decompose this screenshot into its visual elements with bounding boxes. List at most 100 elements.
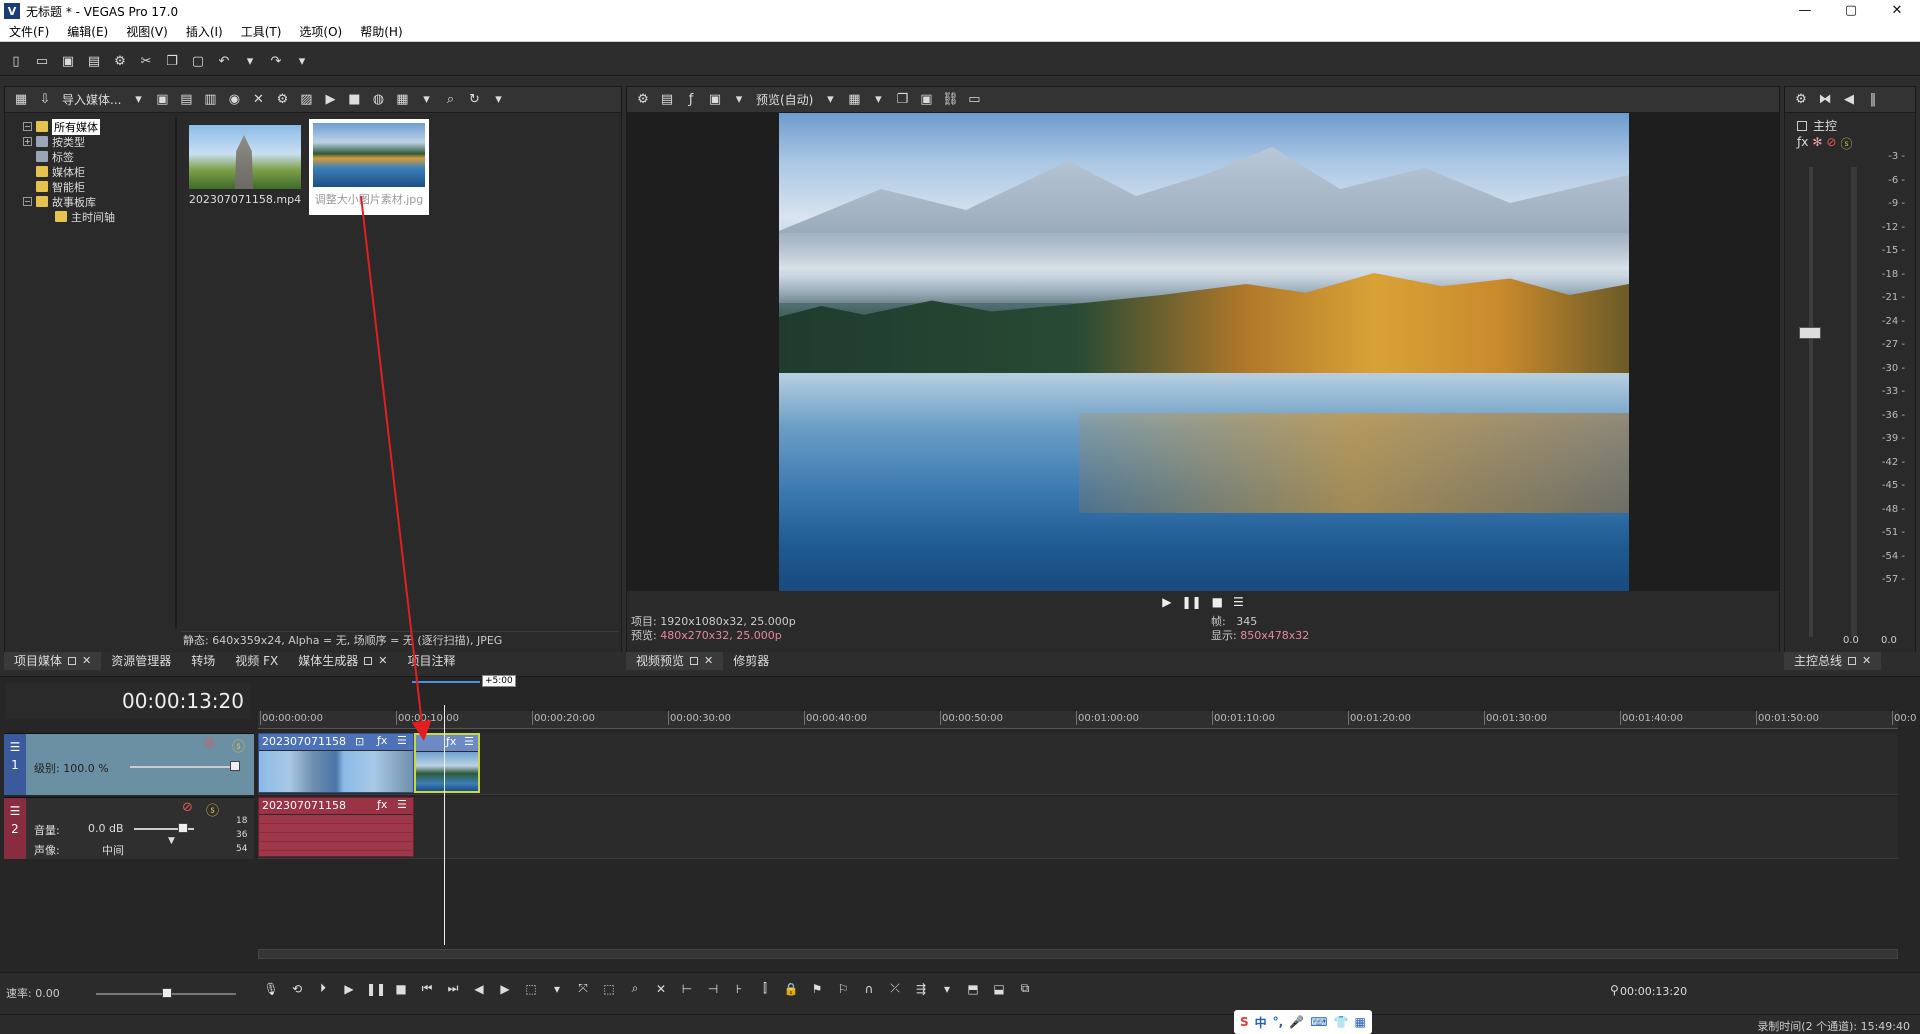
expand-icon[interactable]: + — [23, 137, 32, 146]
volume-knob[interactable] — [178, 823, 188, 833]
tree-item-media-bins[interactable]: 媒体柜 — [36, 164, 85, 179]
menu-edit[interactable]: 编辑(E) — [58, 23, 117, 40]
play-from-start-icon[interactable]: ⏵ — [314, 981, 332, 996]
tree-item-tags[interactable]: 标签 — [36, 149, 74, 164]
undo-icon[interactable]: ↶ — [214, 52, 234, 72]
normal-edit-tool-icon[interactable]: ⬚ — [522, 982, 540, 996]
tab-explorer[interactable]: 资源管理器 — [101, 652, 181, 670]
video-track-header[interactable]: ☰ 1 ⊘ ⓢ 级别: 100.0 % — [4, 733, 254, 795]
ime-punctuation-icon[interactable]: °, — [1273, 1015, 1284, 1029]
crop-icon[interactable]: ⊡ — [355, 735, 364, 748]
stop-icon[interactable]: ■ — [344, 90, 364, 110]
trim-start-icon[interactable]: ⊣ — [704, 982, 722, 996]
stop-icon[interactable]: ■ — [392, 982, 410, 996]
envelope-tool-icon[interactable]: ⤧ — [574, 981, 592, 996]
trim-icon[interactable]: ⊢ — [678, 982, 696, 996]
master-speaker-icon[interactable]: ◀ — [1839, 90, 1859, 110]
image-clip-selected[interactable]: ƒx ☰ — [414, 733, 480, 793]
cut-icon[interactable]: ✂ — [136, 52, 156, 72]
master-bypass-icon[interactable]: ⧓ — [1815, 90, 1835, 110]
tab-media-generators[interactable]: 媒体生成器 ✕ — [288, 652, 397, 670]
video-fx-icon[interactable]: ƒ — [681, 90, 701, 110]
region-icon[interactable]: ⚐ — [834, 982, 852, 996]
tab-video-preview[interactable]: 视频预览 ✕ — [626, 652, 724, 670]
redo-dropdown-icon[interactable]: ▾ — [292, 52, 312, 72]
redo-icon[interactable]: ↷ — [266, 52, 286, 72]
clip-fx-icon[interactable]: ƒx — [377, 798, 387, 811]
audio-clip[interactable]: 202307071158 ƒx ☰ — [258, 797, 414, 857]
lock-envelopes-icon[interactable]: ⬒ — [964, 982, 982, 996]
preview-device-icon[interactable]: ▤ — [657, 90, 677, 110]
master-automation-icon[interactable]: ✻ — [1812, 135, 1822, 152]
menu-tools[interactable]: 工具(T) — [232, 23, 291, 40]
close-tab-icon[interactable]: ✕ — [378, 652, 387, 670]
collapse-icon[interactable]: − — [23, 122, 32, 131]
refresh-dropdown-icon[interactable]: ▾ — [488, 90, 508, 110]
ignore-grouping-icon[interactable]: ⬓ — [990, 982, 1008, 996]
collapse-icon[interactable]: − — [23, 197, 32, 206]
link-icon[interactable]: ⛓ — [940, 90, 960, 110]
audio-mute-icon[interactable]: ⊘ — [182, 800, 193, 815]
dock-icon[interactable] — [1848, 657, 1857, 665]
audio-solo-icon[interactable]: ⓢ — [206, 800, 219, 819]
cursor-position-time[interactable]: 00:00:13:20 — [1620, 985, 1687, 998]
split-dropdown-icon[interactable]: ▾ — [729, 90, 749, 110]
master-solo-icon[interactable]: ⓢ — [1840, 135, 1852, 152]
tab-project-media[interactable]: 项目媒体 ✕ — [4, 652, 102, 670]
timeline-horizontal-scrollbar[interactable] — [258, 949, 1898, 959]
preview-stop-icon[interactable]: ■ — [1212, 595, 1223, 609]
clip-menu-icon[interactable]: ☰ — [464, 735, 474, 748]
video-clip[interactable]: 202307071158 ⊡ ƒx ☰ — [258, 733, 414, 793]
media-panel-icon[interactable]: ▦ — [11, 90, 31, 110]
audio-track-header[interactable]: ☰ 2 ⊘ ⓢ 音量: 0.0 dB 声像: 中间 ▼ 18 36 54 — [4, 797, 254, 859]
preview-menu-icon[interactable]: ☰ — [1233, 595, 1244, 609]
master-fader-knob[interactable] — [1799, 327, 1821, 339]
prev-frame-icon[interactable]: ◀ — [470, 982, 488, 996]
tab-project-notes[interactable]: 项目注释 — [397, 652, 465, 670]
next-frame-icon[interactable]: ▶ — [496, 982, 514, 996]
settings-gear-icon[interactable]: ⚙ — [110, 52, 130, 72]
ime-tools-icon[interactable]: ▦ — [1354, 1015, 1365, 1029]
timeline-ruler[interactable]: 00:00:00:00 00:00:10:00 00:00:20:00 00:00:3… — [258, 711, 1916, 729]
go-to-end-icon[interactable]: ⏭ — [444, 981, 462, 996]
media-fx-icon[interactable]: ▨ — [296, 90, 316, 110]
tree-item-main-timeline[interactable]: 主时间轴 — [55, 209, 115, 224]
ime-language-toggle[interactable]: 中 — [1255, 1014, 1267, 1031]
tab-transitions[interactable]: 转场 — [181, 652, 225, 670]
maximize-button[interactable]: ▢ — [1828, 0, 1874, 22]
tab-video-fx[interactable]: 视频 FX — [225, 652, 288, 670]
clip-fx-icon[interactable]: ƒx — [377, 734, 387, 747]
track-mute-icon[interactable]: ⊘ — [204, 736, 215, 751]
audio-track-lane[interactable]: 202307071158 ƒx ☰ — [258, 797, 1898, 859]
video-level-slider[interactable] — [130, 766, 240, 768]
play-icon[interactable]: ▶ — [340, 982, 358, 996]
ripple-dropdown-icon[interactable]: ▾ — [938, 982, 956, 996]
save-icon[interactable]: ▣ — [58, 52, 78, 72]
loop-region-bar[interactable] — [412, 681, 480, 683]
clip-menu-icon[interactable]: ☰ — [397, 798, 407, 811]
copy-snapshot-icon[interactable]: ❐ — [892, 90, 912, 110]
pan-knob-icon[interactable]: ▼ — [168, 836, 175, 846]
trim-end-icon[interactable]: ⊦ — [730, 982, 748, 996]
tree-item-all-media[interactable]: − 所有媒体 — [23, 118, 100, 135]
event-fx-icon[interactable]: ⧉ — [1016, 981, 1034, 996]
menu-view[interactable]: 视图(V) — [117, 23, 177, 40]
overlays-dropdown-icon[interactable]: ▾ — [868, 90, 888, 110]
search-icon[interactable]: ⌕ — [440, 90, 460, 110]
web-media-icon[interactable]: ◉ — [224, 90, 244, 110]
save-snapshot-icon[interactable]: ▣ — [916, 90, 936, 110]
rate-knob[interactable] — [162, 988, 172, 998]
save-as-icon[interactable]: ▤ — [84, 52, 104, 72]
master-fx-icon[interactable]: ƒx — [1797, 135, 1808, 152]
menu-options[interactable]: 选项(O) — [290, 23, 351, 40]
tab-trimmer[interactable]: 修剪器 — [723, 652, 779, 670]
open-folder-icon[interactable]: ▭ — [32, 52, 52, 72]
auto-crossfade-icon[interactable]: ⤫ — [886, 981, 904, 996]
media-thumb-video[interactable]: 202307071158.mp4 — [185, 121, 305, 206]
refresh-icon[interactable]: ↻ — [464, 90, 484, 110]
delete-icon[interactable]: ✕ — [248, 90, 268, 110]
clip-fx-icon[interactable]: ƒx — [446, 735, 456, 748]
preview-pause-icon[interactable]: ❚❚ — [1182, 595, 1202, 609]
master-fader-track[interactable] — [1809, 167, 1813, 637]
loop-icon[interactable]: ⟲ — [288, 982, 306, 996]
